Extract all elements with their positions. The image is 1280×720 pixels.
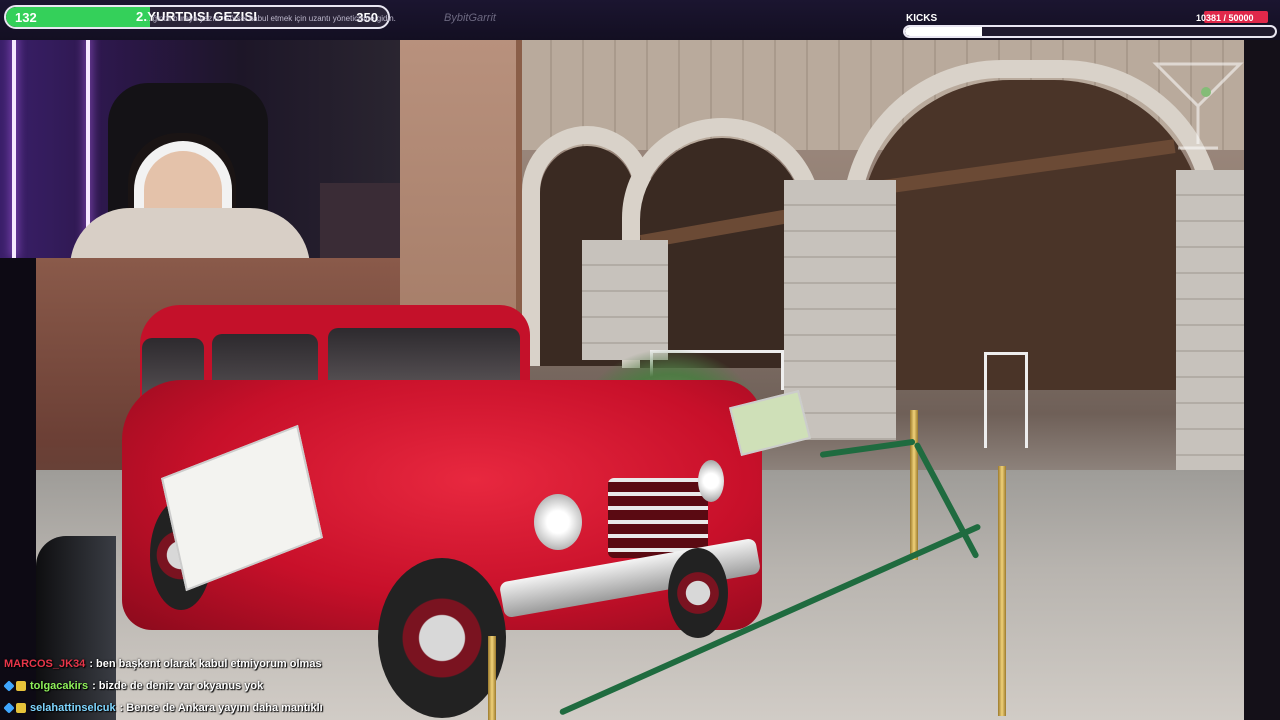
chat-username: tolgacakirs	[30, 680, 89, 692]
chat-separator: :	[92, 680, 96, 692]
chat-username: MARCOS_JK34	[4, 658, 86, 670]
metal-railing	[984, 352, 1028, 448]
chat-text: Bence de Ankara yayını daha mantıklı	[126, 702, 323, 714]
brass-stanchion	[910, 410, 918, 560]
goal-start-value: 132	[15, 10, 37, 25]
chat-text: bizde de deniz var okyanus yok	[98, 680, 264, 692]
streamer-sweater	[70, 208, 310, 258]
chat-overlay: MARCOS_JK34 : ben başkent olarak kabul e…	[0, 652, 400, 720]
brass-stanchion	[488, 636, 496, 720]
sub-badge-icon	[16, 681, 26, 691]
car-wheel	[668, 548, 728, 638]
right-dark-strip	[1244, 40, 1280, 720]
chat-username: selahattinselcuk	[30, 702, 116, 714]
cocktail-glass-icon	[1152, 62, 1244, 150]
kicks-progress-fill	[905, 27, 982, 36]
car-headlight	[534, 494, 582, 550]
kicks-progress-bar	[903, 25, 1277, 38]
stone-pillar	[582, 240, 668, 360]
neon-light-strip	[12, 33, 16, 258]
sub-badge-icon	[16, 703, 26, 713]
brass-stanchion	[998, 466, 1006, 716]
stream-top-bar: 132 2.YURTDISI GEZISI 350 ...ğinizi bura…	[0, 0, 1280, 40]
car-grille	[608, 478, 708, 558]
chat-message: selahattinselcuk : Bence de Ankara yayın…	[3, 698, 323, 718]
chat-separator: :	[119, 702, 124, 714]
streamer-webcam	[0, 33, 400, 258]
stone-pillar	[1176, 170, 1244, 470]
chat-message: tolgacakirs : bizde de deniz var okyanus…	[3, 676, 264, 696]
chat-text: ben başkent olarak kabul etmiyorum olmas	[95, 658, 322, 670]
kicks-label: KICKS	[906, 13, 938, 24]
brand-watermark: BybitGarrit	[444, 12, 496, 24]
background-shelf	[320, 183, 400, 258]
car-headlight	[698, 460, 724, 502]
diamond-badge-icon	[3, 680, 15, 692]
chat-message: MARCOS_JK34 : ben başkent olarak kabul e…	[4, 654, 322, 674]
chat-separator: :	[89, 658, 93, 670]
diamond-badge-icon	[3, 702, 15, 714]
overlay-ticker-text: ...ğinizi buraya yazın. Görsel kabul etm…	[146, 14, 396, 23]
kicks-count: 10381 / 50000	[1196, 13, 1254, 23]
